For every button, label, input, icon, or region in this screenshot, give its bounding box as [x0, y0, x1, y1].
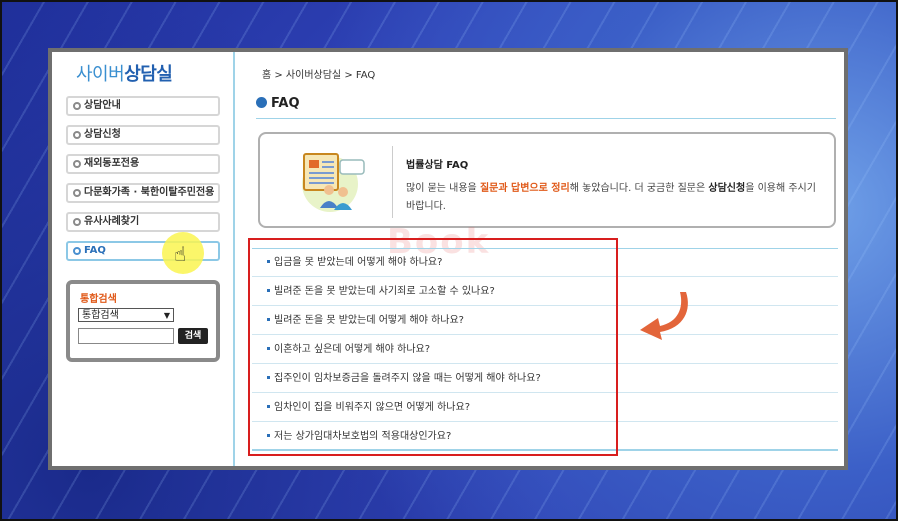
logo: 사이버상담실 — [76, 64, 173, 85]
search-button[interactable]: 검색 — [178, 328, 208, 344]
title-bullet-icon — [256, 97, 267, 108]
intro-text: 많이 묻는 내용을 질문과 답변으로 정리해 놓았습니다. 더 궁금한 질문은 … — [406, 183, 816, 212]
sidebar-item-guide[interactable]: 상담안내 — [66, 96, 220, 116]
faq-item[interactable]: 저는 상가임대차보호법의 적용대상인가요? — [252, 422, 838, 451]
faq-item[interactable]: 입금을 못 받았는데 어떻게 해야 하나요? — [252, 248, 838, 277]
intro-divider — [392, 146, 393, 218]
curved-arrow-icon — [640, 292, 688, 340]
faq-item[interactable]: 임차인이 집을 비워주지 않으면 어떻게 하나요? — [252, 393, 838, 422]
faq-item[interactable]: 빌려준 돈을 못 받았는데 어떻게 해야 하나요? — [252, 306, 838, 335]
faq-intro-box: 법률상담 FAQ 많이 묻는 내용을 질문과 답변으로 정리해 놓았습니다. 더… — [258, 132, 836, 228]
consultation-illustration-icon — [302, 153, 365, 212]
search-input[interactable] — [78, 328, 174, 344]
title-divider — [256, 118, 836, 119]
sidebar-item-overseas[interactable]: 재외동포전용 — [66, 154, 220, 174]
sidebar-item-multicultural[interactable]: 다문화가족 · 북한이탈주민전용 — [66, 183, 220, 203]
intro-title: 법률상담 FAQ — [406, 160, 469, 171]
sidebar-divider — [233, 52, 235, 466]
faq-item[interactable]: 이혼하고 싶은데 어떻게 해야 하나요? — [252, 335, 838, 364]
faq-item[interactable]: 빌려준 돈을 못 받았는데 사기죄로 고소할 수 있나요? — [252, 277, 838, 306]
sidebar: 사이버상담실 상담안내 상담신청 재외동포전용 다문화가족 · 북한이탈주민전용… — [52, 52, 232, 466]
breadcrumb: 홈 > 사이버상담실 > FAQ — [262, 70, 376, 81]
sidebar-item-apply[interactable]: 상담신청 — [66, 125, 220, 145]
search-scope-select[interactable]: 통합검색 ▼ — [78, 308, 174, 322]
app-window: 사이버상담실 상담안내 상담신청 재외동포전용 다문화가족 · 북한이탈주민전용… — [48, 48, 848, 470]
search-panel: 통합검색 통합검색 ▼ 검색 — [66, 280, 220, 362]
faq-list: 입금을 못 받았는데 어떻게 해야 하나요? 빌려준 돈을 못 받았는데 사기죄… — [252, 248, 838, 451]
faq-item[interactable]: 집주인이 임차보증금을 돌려주지 않을 때는 어떻게 해야 하나요? — [252, 364, 838, 393]
search-title: 통합검색 — [80, 294, 117, 305]
dropdown-arrow-icon: ▼ — [163, 311, 170, 320]
sidebar-item-similar-cases[interactable]: 유사사례찾기 — [66, 212, 220, 232]
hand-cursor-icon: ☝ — [174, 242, 187, 266]
page-title: FAQ — [256, 96, 300, 111]
